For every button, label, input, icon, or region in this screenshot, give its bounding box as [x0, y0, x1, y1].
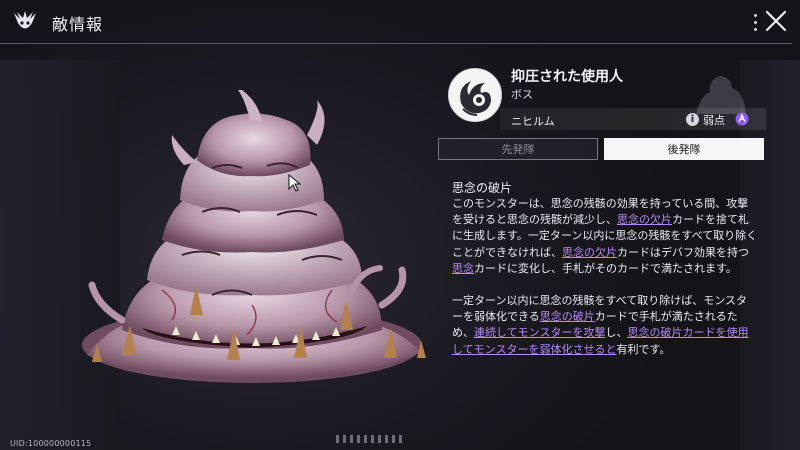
header-divider: [0, 43, 792, 44]
page-indicator-dot[interactable]: [392, 435, 395, 443]
keyword-link[interactable]: 連続してモンスターを攻撃: [474, 326, 605, 339]
enemy-name: 抑圧された使用人: [511, 69, 623, 85]
info-icon[interactable]: i: [686, 113, 699, 126]
more-icon[interactable]: [754, 14, 758, 32]
page-indicator-dot[interactable]: [371, 435, 374, 443]
page-indicator-dot[interactable]: [399, 435, 402, 443]
keyword-link[interactable]: 思念の欠片: [562, 246, 617, 259]
skill-description: このモンスターは、思念の残骸の効果を持っている間、攻撃を受けると思念の残骸が減少…: [452, 196, 758, 358]
weakness-label: 弱点: [703, 114, 725, 127]
page-indicator-dot[interactable]: [343, 435, 346, 443]
weakness-element-icon[interactable]: [735, 112, 749, 126]
game-emblem-icon: [14, 11, 36, 29]
keyword-link[interactable]: 思念: [452, 262, 474, 275]
close-icon[interactable]: [764, 9, 788, 33]
page-indicator: [336, 435, 402, 445]
keyword-link[interactable]: 思念の破片: [540, 310, 595, 323]
boss-emblem-icon: [448, 68, 502, 122]
keyword-link[interactable]: 思念の欠片: [617, 213, 672, 226]
page-indicator-dot[interactable]: [385, 435, 388, 443]
skill-paragraph-2: 一定ターン以内に思念の残骸をすべて取り除けば、モンスターを弱体化できる思念の破片…: [452, 293, 758, 358]
tab-front-squad[interactable]: 先発隊: [438, 138, 598, 160]
monster-illustration: [82, 90, 426, 383]
description-text: し、: [605, 326, 628, 340]
page-indicator-dot[interactable]: [357, 435, 360, 443]
description-text: カードに変化し、手札がそのカードで満たされます。: [474, 261, 737, 275]
enemy-rank: ボス: [511, 88, 533, 101]
skill-title: 思念の破片: [452, 181, 513, 195]
page-indicator-dot[interactable]: [378, 435, 381, 443]
page-indicator-dot[interactable]: [350, 435, 353, 443]
attribute-label: ニヒルム: [511, 115, 555, 128]
top-bar: 敵情報: [0, 0, 800, 44]
tab-rear-squad[interactable]: 後発隊: [604, 138, 764, 160]
page-indicator-dot[interactable]: [336, 435, 339, 443]
description-text: カードはデバフ効果を持つ: [617, 245, 749, 259]
description-text: 有利です。: [616, 342, 671, 356]
page-indicator-dot[interactable]: [364, 435, 367, 443]
uid-label: UID:100000000115: [10, 439, 92, 448]
page-title: 敵情報: [52, 15, 104, 34]
skill-paragraph-1: このモンスターは、思念の残骸の効果を持っている間、攻撃を受けると思念の残骸が減少…: [452, 196, 758, 277]
mouse-cursor-icon: [288, 174, 302, 192]
